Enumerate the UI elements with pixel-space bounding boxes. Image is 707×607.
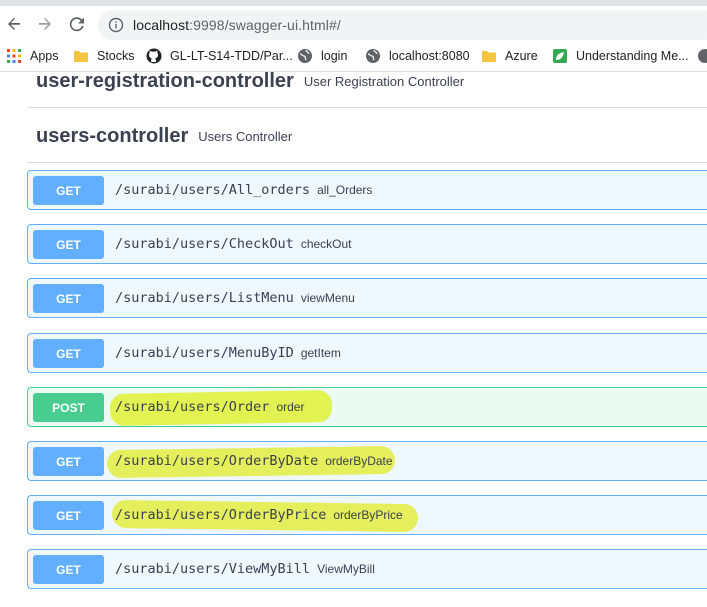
bookmark-label: Stocks [97,49,135,63]
apps-grid-icon [7,49,21,63]
operation-path: /surabi/users/All_orders all_Orders [115,182,372,198]
path-text: /surabi/users/Order [115,399,270,415]
tag-description: Users Controller [198,129,293,144]
address-bar[interactable]: localhost:9998/swagger-ui.html#/ [98,10,707,40]
method-badge: GET [33,284,104,313]
operation-summary: orderByDate [325,454,393,468]
bookmark-label: Understanding Me... [576,49,689,63]
operation-get-all-orders[interactable]: GET /surabi/users/All_orders all_Orders [27,170,707,210]
method-badge: POST [33,393,104,422]
operation-get-list-menu[interactable]: GET /surabi/users/ListMenu viewMenu [27,278,707,318]
operation-summary: all_Orders [317,183,373,197]
bookmark-label: GL-LT-S14-TDD/Par... [170,49,293,63]
github-icon [146,48,162,64]
path-text: /surabi/users/OrderByPrice [115,507,327,523]
operation-get-order-by-price[interactable]: GET /surabi/users/OrderByPrice orderByPri… [27,495,707,535]
bookmark-apps[interactable]: Apps [6,46,59,66]
method-badge: GET [33,555,104,584]
operation-summary: order [276,400,305,414]
operation-get-menu-by-id[interactable]: GET /surabi/users/MenuByID getItem [27,333,707,373]
globe-icon [298,49,312,63]
operation-post-order[interactable]: POST /surabi/users/Order order [27,387,707,427]
bookmark-label: localhost:8080 [389,49,470,63]
bookmark-overflow[interactable] [697,46,707,66]
operation-path: /surabi/users/MenuByID getItem [115,345,341,361]
bookmark-label: Azure [505,49,538,63]
operation-path: /surabi/users/ListMenu viewMenu [115,290,355,306]
url-path: :9998/swagger-ui.html#/ [189,17,341,33]
bookmarks-bar: Apps Stocks GL-LT-S14-TDD/Par... login l… [0,44,707,68]
operation-summary: viewMenu [300,291,355,305]
back-arrow-icon[interactable] [2,12,26,36]
operation-get-view-my-bill[interactable]: GET /surabi/users/ViewMyBill ViewMyBill [27,549,707,589]
operation-path: /surabi/users/Order order [115,399,304,415]
method-badge: GET [33,501,104,530]
bookmark-github[interactable]: GL-LT-S14-TDD/Par... [146,46,293,66]
method-badge: GET [33,230,104,259]
operation-path: /surabi/users/OrderByPrice orderByPrice [115,507,403,523]
bookmark-login[interactable]: login [297,46,347,66]
browser-toolbar: localhost:9998/swagger-ui.html#/ [0,0,707,44]
path-text: /surabi/users/CheckOut [115,236,294,252]
tag-name: users-controller [36,125,189,147]
globe-icon [366,49,380,63]
globe-icon [698,49,707,63]
forward-arrow-icon[interactable] [33,12,57,36]
path-text: /surabi/users/MenuByID [115,345,294,361]
url-host: localhost [133,17,190,33]
url-text: localhost:9998/swagger-ui.html#/ [133,17,341,33]
tag-users-controller[interactable]: users-controller Users Controller [27,111,707,163]
tag-name: user-registration-controller [36,72,294,92]
operation-summary: orderByPrice [333,508,403,522]
operation-summary: ViewMyBill [317,562,375,576]
path-text: /surabi/users/All_orders [115,182,311,198]
leaf-icon [553,49,567,63]
swagger-page: user-registration-controller User Regist… [0,72,707,607]
path-text: /surabi/users/ListMenu [115,290,294,306]
operation-get-order-by-date[interactable]: GET /surabi/users/OrderByDate orderByDate [27,441,707,481]
method-badge: GET [33,447,104,476]
tag-description: User Registration Controller [303,74,465,89]
method-badge: GET [33,339,104,368]
method-badge: GET [33,176,104,205]
bookmark-understanding[interactable]: Understanding Me... [552,46,689,66]
reload-icon[interactable] [65,12,89,36]
operation-summary: getItem [300,346,341,360]
path-text: /surabi/users/OrderByDate [115,453,319,469]
bookmark-label: login [321,49,348,63]
path-text: /surabi/users/ViewMyBill [115,561,311,577]
bookmark-localhost[interactable]: localhost:8080 [365,46,470,66]
bookmark-azure[interactable]: Azure [481,46,538,66]
bookmark-label: Apps [30,49,59,63]
operation-path: /surabi/users/ViewMyBill ViewMyBill [115,561,375,577]
operation-path: /surabi/users/CheckOut checkOut [115,236,352,252]
operation-summary: checkOut [300,237,352,251]
info-icon[interactable] [108,17,124,33]
folder-icon [74,51,88,62]
operation-path: /surabi/users/OrderByDate orderByDate [115,453,393,469]
folder-icon [482,51,496,62]
operation-get-checkout[interactable]: GET /surabi/users/CheckOut checkOut [27,224,707,264]
bookmark-stocks[interactable]: Stocks [73,46,135,66]
tag-user-registration-controller[interactable]: user-registration-controller User Regist… [27,72,707,108]
